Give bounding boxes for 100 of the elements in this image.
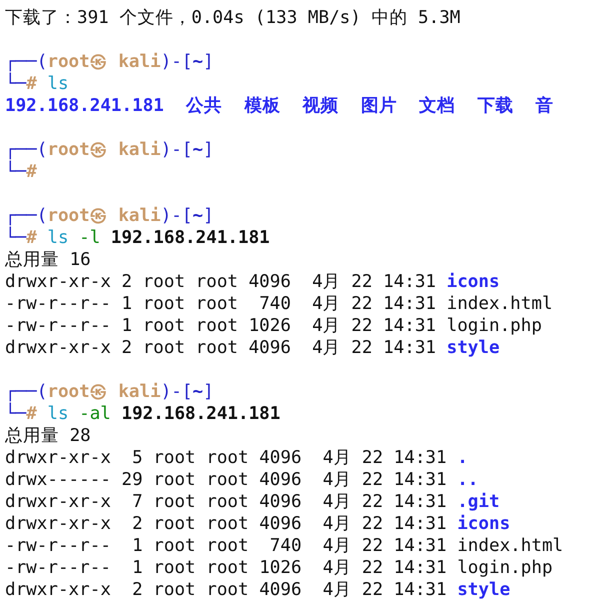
file-month: 4月 bbox=[312, 315, 341, 337]
prompt-frame: ] bbox=[203, 205, 214, 227]
prompt-user: root㉿ kali bbox=[47, 139, 161, 161]
file-name: 192.168.241.181 bbox=[5, 95, 164, 117]
file-time: 14:31 bbox=[394, 535, 447, 557]
prompt-symbol: # bbox=[26, 404, 37, 425]
prompt-frame: ┌──( bbox=[5, 205, 48, 227]
file-time: 14:31 bbox=[383, 271, 436, 293]
file-month: 4月 bbox=[312, 337, 341, 359]
file-permissions: drwx------ bbox=[5, 469, 111, 491]
file-month: 4月 bbox=[322, 557, 352, 579]
command-argument: 192.168.241.181 bbox=[110, 227, 270, 249]
prompt-user: root㉿ kali bbox=[47, 381, 161, 403]
command-name: ls bbox=[47, 227, 69, 249]
prompt-frame: )-[ bbox=[160, 205, 192, 227]
prompt-frame: ┌──( bbox=[5, 139, 48, 161]
file-name: login.php bbox=[457, 557, 554, 579]
file-day: 22 bbox=[362, 513, 384, 535]
prompt-frame: └─ bbox=[5, 227, 26, 249]
file-owner: root bbox=[142, 337, 186, 359]
file-day: 22 bbox=[362, 535, 384, 557]
file-name: .. bbox=[457, 469, 480, 491]
file-size: 1026 bbox=[259, 557, 302, 579]
output-text: 下载了：391 个文件，0.04s (133 MB/s) 中的 5.3M bbox=[5, 7, 460, 29]
link-count: 1 bbox=[131, 535, 143, 557]
file-day: 22 bbox=[362, 447, 384, 469]
prompt-frame: └─ bbox=[5, 403, 26, 425]
file-group: root bbox=[206, 535, 249, 557]
file-time: 14:31 bbox=[394, 491, 447, 513]
file-owner: root bbox=[153, 579, 196, 601]
prompt-path: ~ bbox=[192, 139, 204, 161]
file-month: 4月 bbox=[322, 579, 352, 601]
file-permissions: drwxr-xr-x bbox=[5, 579, 111, 601]
file-name: style bbox=[446, 337, 501, 359]
file-month: 4月 bbox=[322, 535, 352, 557]
link-count: 2 bbox=[122, 271, 132, 293]
file-time: 14:31 bbox=[383, 293, 436, 315]
file-group: root bbox=[206, 557, 249, 579]
file-group: root bbox=[196, 337, 238, 359]
command-option: -al bbox=[79, 403, 111, 425]
file-permissions: drwxr-xr-x bbox=[5, 491, 111, 513]
file-name: icons bbox=[446, 271, 501, 293]
file-day: 22 bbox=[351, 337, 372, 359]
file-time: 14:31 bbox=[383, 337, 436, 359]
prompt-path: ~ bbox=[192, 205, 204, 227]
file-owner: root bbox=[142, 315, 186, 337]
file-group: root bbox=[206, 491, 249, 513]
link-count: 1 bbox=[122, 293, 132, 315]
file-owner: root bbox=[153, 491, 196, 513]
file-time: 14:31 bbox=[394, 447, 447, 469]
prompt-symbol: # bbox=[26, 74, 37, 95]
file-time: 14:31 bbox=[383, 315, 436, 337]
file-name: 公共 bbox=[186, 95, 222, 117]
file-group: root bbox=[206, 513, 249, 535]
file-name: icons bbox=[457, 513, 512, 535]
file-name: 音 bbox=[536, 95, 554, 117]
prompt-path: ~ bbox=[192, 381, 204, 403]
file-size: 740 bbox=[268, 535, 302, 557]
file-owner: root bbox=[142, 293, 186, 315]
file-size: 740 bbox=[258, 293, 291, 315]
file-day: 22 bbox=[362, 579, 384, 601]
file-size: 4096 bbox=[259, 513, 302, 535]
link-count: 29 bbox=[122, 469, 143, 491]
file-month: 4月 bbox=[322, 491, 352, 513]
file-owner: root bbox=[153, 557, 196, 579]
file-size: 4096 bbox=[248, 271, 291, 293]
file-permissions: -rw-r--r-- bbox=[5, 535, 111, 557]
prompt-frame: ] bbox=[203, 381, 214, 403]
prompt-frame: ] bbox=[203, 51, 214, 73]
file-month: 4月 bbox=[312, 293, 341, 315]
file-month: 4月 bbox=[312, 271, 341, 293]
link-count: 1 bbox=[131, 557, 143, 579]
file-group: root bbox=[196, 293, 238, 315]
file-owner: root bbox=[142, 271, 186, 293]
file-permissions: drwxr-xr-x bbox=[5, 513, 111, 535]
prompt-frame: └─ bbox=[5, 161, 26, 183]
link-count: 2 bbox=[131, 579, 143, 601]
file-owner: root bbox=[153, 535, 196, 557]
file-month: 4月 bbox=[322, 447, 352, 469]
file-day: 22 bbox=[362, 469, 384, 491]
link-count: 1 bbox=[122, 315, 132, 337]
prompt-user: root㉿ kali bbox=[47, 51, 161, 73]
file-owner: root bbox=[153, 469, 196, 491]
prompt-path: ~ bbox=[192, 51, 204, 73]
file-time: 14:31 bbox=[394, 579, 447, 601]
link-count: 5 bbox=[131, 447, 143, 469]
file-name: 模板 bbox=[244, 95, 280, 117]
link-count: 2 bbox=[122, 337, 132, 359]
prompt-frame: ┌──( bbox=[5, 51, 48, 73]
file-month: 4月 bbox=[322, 513, 352, 535]
file-size: 4096 bbox=[259, 447, 302, 469]
prompt-frame: )-[ bbox=[160, 381, 192, 403]
output-text: 总用量 28 bbox=[5, 425, 91, 447]
file-size: 4096 bbox=[259, 491, 302, 513]
file-permissions: drwxr-xr-x bbox=[5, 337, 111, 359]
file-group: root bbox=[206, 579, 249, 601]
file-name: style bbox=[457, 579, 512, 601]
file-group: root bbox=[206, 447, 249, 469]
file-permissions: drwxr-xr-x bbox=[5, 271, 111, 293]
file-name: 文档 bbox=[419, 95, 456, 117]
